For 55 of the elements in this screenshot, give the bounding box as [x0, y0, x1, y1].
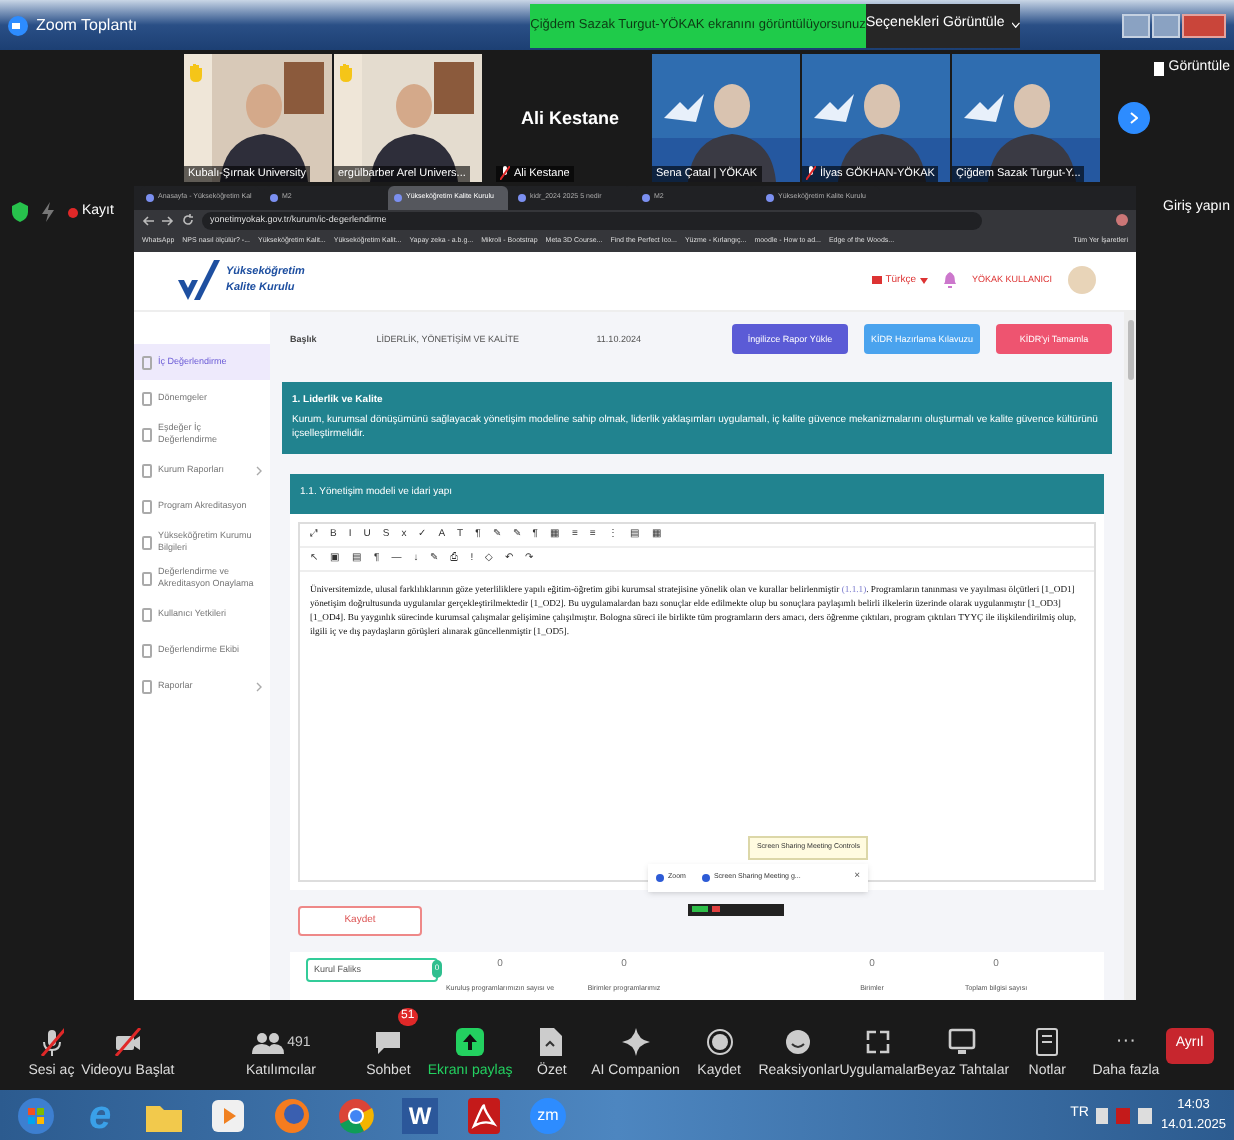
page-icon	[142, 463, 152, 478]
page-icon	[142, 499, 152, 514]
people-icon	[251, 1032, 284, 1056]
forward-icon[interactable]	[162, 215, 174, 226]
page-icon	[142, 355, 152, 370]
play-icon[interactable]	[212, 1099, 244, 1131]
next-page-button[interactable]	[1118, 102, 1150, 134]
scrollbar-thumb[interactable]	[1127, 320, 1133, 381]
record-dot-icon	[68, 207, 78, 218]
favicon-icon	[270, 194, 278, 202]
page-icon	[142, 391, 152, 406]
grid-view-icon	[1154, 61, 1165, 76]
page-icon	[142, 427, 152, 442]
whiteboard-icon	[948, 1028, 977, 1056]
record-level-icon	[712, 906, 720, 913]
document-icon	[540, 1028, 563, 1056]
check-logo-icon	[174, 256, 222, 305]
page-icon	[142, 643, 152, 658]
favicon-icon	[642, 194, 650, 202]
profile-avatar-icon[interactable]	[1116, 214, 1128, 227]
record-icon	[705, 1028, 734, 1056]
chrome-icon[interactable]	[338, 1097, 374, 1133]
favicon-icon	[766, 194, 774, 202]
back-icon[interactable]	[142, 215, 154, 226]
caret-icon	[919, 277, 928, 284]
shield-icon	[12, 202, 28, 222]
caret-icon	[1012, 22, 1020, 28]
pdf-icon[interactable]	[468, 1097, 500, 1133]
window-title: Zoom Toplantı	[36, 13, 138, 37]
lightning-icon	[40, 202, 56, 222]
bell-icon[interactable]	[943, 272, 956, 289]
more-icon: ···	[1115, 1028, 1136, 1056]
favicon-icon	[146, 194, 154, 202]
notes-icon	[1036, 1028, 1059, 1056]
favicon-icon	[394, 194, 402, 202]
apps-icon	[864, 1028, 893, 1056]
reload-icon[interactable]	[182, 214, 194, 227]
chevron-icon	[1130, 112, 1138, 124]
favicon-icon	[518, 194, 526, 202]
page-icon	[142, 679, 152, 694]
page-icon	[142, 571, 152, 586]
word-taskbar-button[interactable]: W	[402, 1097, 438, 1133]
audio-level-icon	[692, 906, 708, 913]
chat-bubble-icon	[374, 1030, 403, 1056]
start-button[interactable]	[18, 1097, 54, 1133]
maximize-button[interactable]	[1152, 13, 1180, 37]
page-icon	[142, 607, 152, 622]
globe-icon[interactable]	[274, 1097, 310, 1133]
minimize-button[interactable]	[1122, 13, 1150, 37]
participant-name: Ali Kestane	[518, 106, 622, 132]
sparkle-icon	[621, 1028, 650, 1056]
page-icon	[142, 535, 152, 550]
smiley-icon	[784, 1028, 813, 1056]
zoom-logo-icon	[8, 15, 28, 35]
close-button[interactable]	[1182, 13, 1226, 37]
